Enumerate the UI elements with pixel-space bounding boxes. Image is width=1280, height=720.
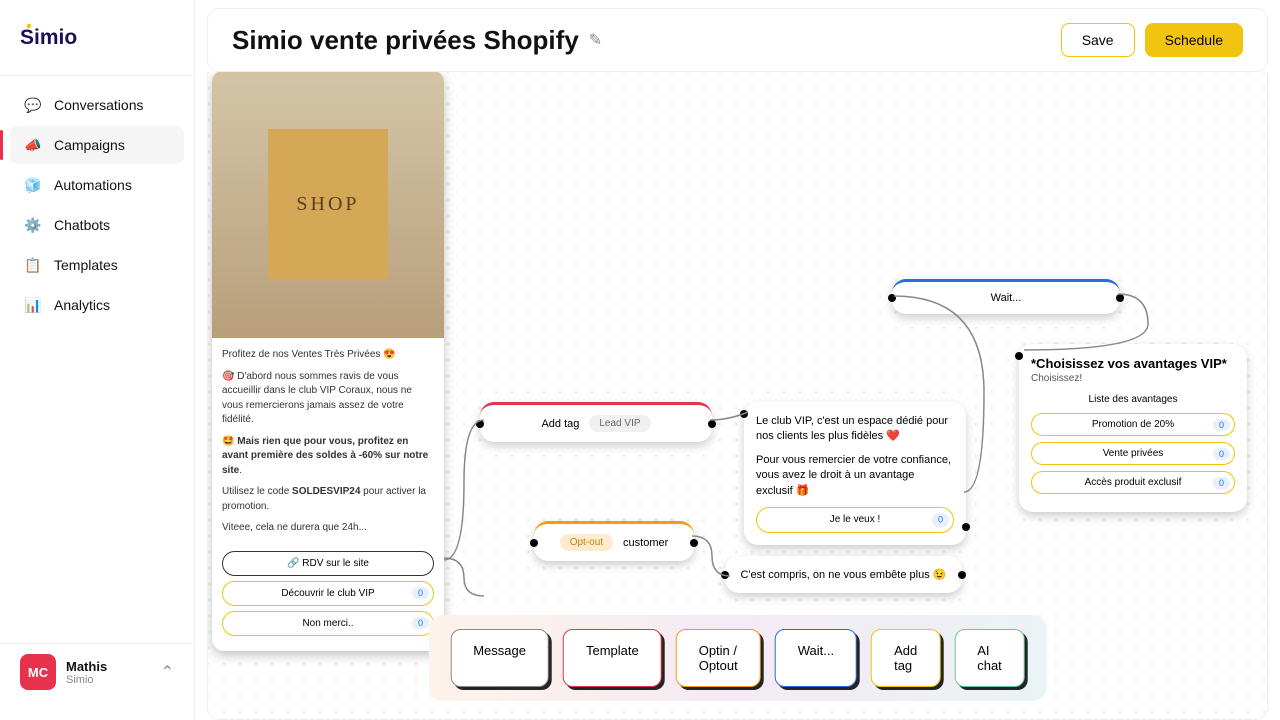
- chevron-icon: ⌃: [161, 662, 174, 682]
- vip-title: *Choisissez vos avantages VIP*: [1031, 356, 1235, 371]
- tool-aichat[interactable]: AI chat: [954, 629, 1025, 687]
- cube-icon: 🧊: [24, 176, 42, 194]
- user-row[interactable]: MC Mathis Simio ⌃: [0, 643, 194, 700]
- chat-icon: 💬: [24, 96, 42, 114]
- clipboard-icon: 📋: [24, 256, 42, 274]
- addtag-node[interactable]: Add tag Lead VIP: [480, 402, 712, 442]
- wait-label: Wait...: [991, 292, 1022, 304]
- tool-optin[interactable]: Optin / Optout: [676, 629, 761, 687]
- user-info: Mathis Simio: [66, 659, 151, 686]
- node-toolbar: Message Template Optin / Optout Wait... …: [428, 615, 1047, 701]
- edit-icon[interactable]: ✎: [589, 30, 602, 50]
- tool-message[interactable]: Message: [450, 629, 549, 687]
- message-body: Profitez de nos Ventes Très Privées 😍 🎯 …: [212, 338, 444, 551]
- msg-btn-discover[interactable]: Découvrir le club VIP0: [222, 581, 434, 606]
- nav-analytics[interactable]: 📊Analytics: [10, 286, 184, 324]
- optout-pill: Opt-out: [560, 534, 613, 551]
- main: Simio vente privées Shopify ✎ Save Sched…: [195, 0, 1280, 720]
- svg-text:Simio: Simio: [20, 26, 77, 49]
- nav-templates[interactable]: 📋Templates: [10, 246, 184, 284]
- club-want-button[interactable]: Je le veux !0: [756, 507, 954, 533]
- msg-btn-no[interactable]: Non merci..0: [222, 611, 434, 636]
- vip-node[interactable]: *Choisissez vos avantages VIP* Choisisse…: [1019, 344, 1247, 512]
- message-card[interactable]: SHOP Profitez de nos Ventes Très Privées…: [212, 72, 444, 651]
- vip-subtitle: Choisissez!: [1031, 373, 1235, 384]
- addtag-label: Add tag: [541, 418, 579, 430]
- optout-node[interactable]: Opt-out customer: [534, 521, 694, 561]
- message-image: SHOP: [212, 72, 444, 338]
- nav-conversations[interactable]: 💬Conversations: [10, 86, 184, 124]
- nav: 💬Conversations 📣Campaigns 🧊Automations ⚙…: [0, 86, 194, 643]
- page-title: Simio vente privées Shopify: [232, 25, 579, 56]
- header: Simio vente privées Shopify ✎ Save Sched…: [207, 8, 1268, 72]
- wait-node[interactable]: Wait...: [892, 279, 1120, 314]
- schedule-button[interactable]: Schedule: [1145, 23, 1243, 57]
- tag-pill: Lead VIP: [589, 415, 650, 432]
- club-text1: Le club VIP, c'est un espace dédié pour …: [756, 414, 954, 445]
- vip-list-label: Liste des avantages: [1031, 394, 1235, 405]
- nav-chatbots[interactable]: ⚙️Chatbots: [10, 206, 184, 244]
- club-text2: Pour vous remercier de votre confiance, …: [756, 453, 954, 499]
- avatar: MC: [20, 654, 56, 690]
- compris-text: C'est compris, on ne vous embête plus 😉: [741, 569, 947, 581]
- compris-node[interactable]: C'est compris, on ne vous embête plus 😉: [725, 556, 962, 593]
- logo: Simio: [0, 20, 194, 76]
- sidebar: Simio 💬Conversations 📣Campaigns 🧊Automat…: [0, 0, 195, 720]
- cog-icon: ⚙️: [24, 216, 42, 234]
- shop-bag: SHOP: [268, 129, 388, 279]
- msg-btn-rdv[interactable]: 🔗 RDV sur le site: [222, 551, 434, 576]
- flow-canvas[interactable]: SHOP Profitez de nos Ventes Très Privées…: [207, 72, 1268, 720]
- vip-opt-acces[interactable]: Accès produit exclusif0: [1031, 471, 1235, 494]
- tool-addtag[interactable]: Add tag: [871, 629, 940, 687]
- save-button[interactable]: Save: [1061, 23, 1135, 57]
- vip-opt-vente[interactable]: Vente privées0: [1031, 442, 1235, 465]
- optout-role: customer: [623, 537, 668, 549]
- tool-wait[interactable]: Wait...: [775, 629, 857, 687]
- nav-campaigns[interactable]: 📣Campaigns: [10, 126, 184, 164]
- nav-automations[interactable]: 🧊Automations: [10, 166, 184, 204]
- tool-template[interactable]: Template: [563, 629, 662, 687]
- megaphone-icon: 📣: [24, 136, 42, 154]
- club-node[interactable]: Le club VIP, c'est un espace dédié pour …: [744, 402, 966, 545]
- chart-icon: 📊: [24, 296, 42, 314]
- vip-opt-promo[interactable]: Promotion de 20%0: [1031, 413, 1235, 436]
